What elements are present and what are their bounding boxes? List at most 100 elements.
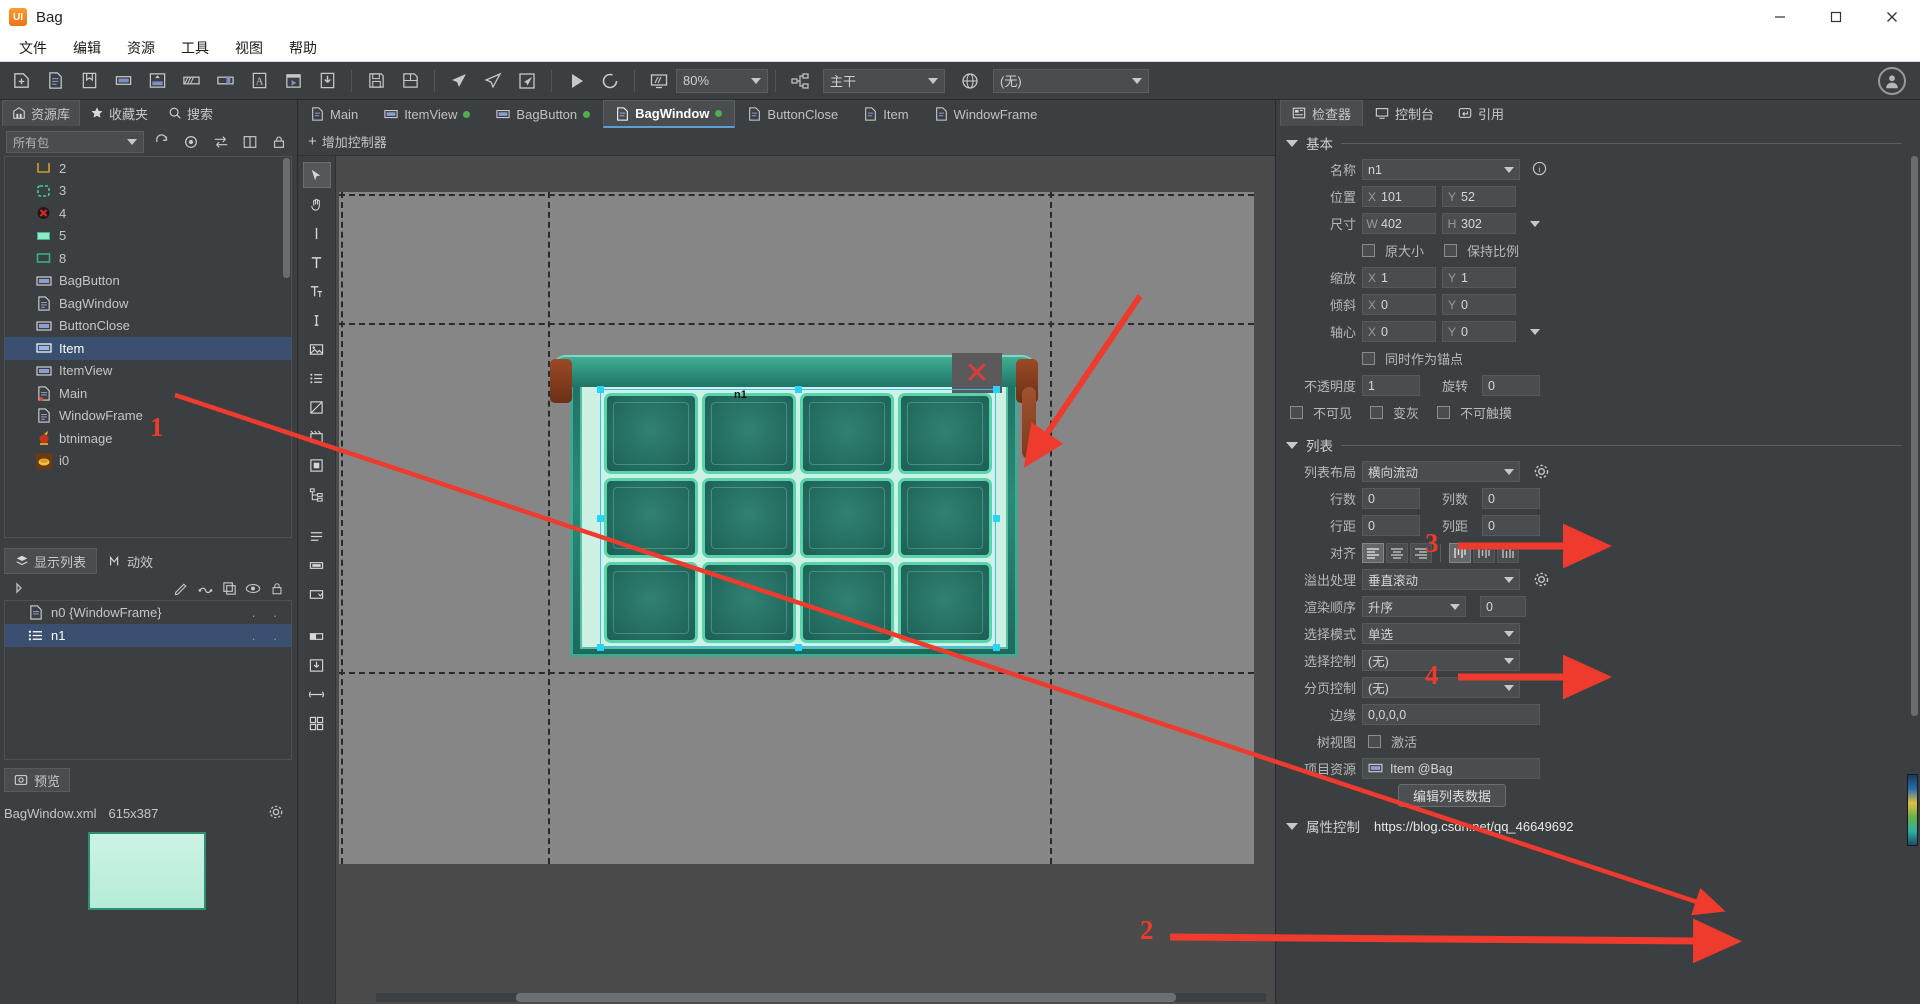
name-input[interactable]: n1 bbox=[1362, 159, 1520, 180]
tab-reference[interactable]: 引用 bbox=[1446, 100, 1516, 126]
expand-size-chevron-icon[interactable] bbox=[1530, 220, 1540, 227]
new-file-icon[interactable] bbox=[6, 66, 36, 96]
select-control-combo[interactable]: (无) bbox=[1362, 650, 1520, 671]
copy-icon[interactable] bbox=[218, 578, 240, 598]
tree-item-8[interactable]: 8 bbox=[5, 247, 291, 270]
tab-inspector[interactable]: 检查器 bbox=[1280, 100, 1364, 126]
display-list-row-toggles[interactable]: . . bbox=[252, 605, 291, 620]
display-list-row-n1[interactable]: n1 . . bbox=[5, 624, 291, 647]
gear-icon[interactable] bbox=[1532, 570, 1551, 589]
menu-view[interactable]: 视图 bbox=[222, 35, 276, 61]
cols-input[interactable]: 0 bbox=[1482, 488, 1541, 509]
bookmark-icon[interactable] bbox=[74, 66, 104, 96]
treeview-active-checkbox[interactable] bbox=[1368, 735, 1381, 748]
tree-item-item[interactable]: Item bbox=[5, 337, 291, 360]
section-list-header[interactable]: 列表 bbox=[1276, 432, 1920, 458]
align-center-button[interactable] bbox=[1386, 542, 1408, 563]
menu-file[interactable]: 文件 bbox=[6, 35, 60, 61]
rowgap-input[interactable]: 0 bbox=[1362, 515, 1420, 536]
original-size-checkbox[interactable] bbox=[1362, 244, 1375, 257]
slider-tool-icon[interactable] bbox=[303, 681, 331, 707]
expand-pivot-chevron-icon[interactable] bbox=[1530, 328, 1540, 335]
info-icon[interactable]: i bbox=[1532, 161, 1547, 179]
input-text-tool-icon[interactable] bbox=[303, 307, 331, 333]
untouchable-checkbox[interactable] bbox=[1437, 406, 1451, 419]
menu-help[interactable]: 帮助 bbox=[276, 35, 330, 61]
new-slider-icon[interactable] bbox=[210, 66, 240, 96]
tab-animation[interactable]: 动效 bbox=[97, 548, 164, 574]
stage[interactable]: ✕ n1 bbox=[339, 192, 1254, 864]
tree-item-buttonclose[interactable]: ButtonClose bbox=[5, 315, 291, 338]
list-tool-icon[interactable] bbox=[303, 365, 331, 391]
save-all-icon[interactable] bbox=[395, 66, 425, 96]
locate-icon[interactable] bbox=[180, 131, 203, 153]
tree-item-bagwindow[interactable]: BagWindow bbox=[5, 292, 291, 315]
resize-handle-sw[interactable] bbox=[597, 644, 604, 651]
bag-window-artwork[interactable]: ✕ n1 bbox=[550, 347, 1038, 667]
button-tool-icon[interactable] bbox=[303, 552, 331, 578]
new-button-icon[interactable] bbox=[108, 66, 138, 96]
as-anchor-checkbox[interactable] bbox=[1362, 352, 1375, 365]
lock-icon[interactable] bbox=[268, 131, 291, 153]
section-basic-header[interactable]: 基本 bbox=[1276, 130, 1920, 156]
eye-icon[interactable] bbox=[242, 578, 264, 598]
display-list-tree[interactable]: n0 {WindowFrame} . . n1 . . bbox=[4, 600, 292, 760]
resize-handle-nw[interactable] bbox=[597, 386, 604, 393]
new-document-icon[interactable] bbox=[40, 66, 70, 96]
render-order-num-input[interactable]: 0 bbox=[1480, 596, 1526, 617]
loader-tool-icon[interactable] bbox=[303, 336, 331, 362]
doc-tab-main[interactable]: Main bbox=[298, 100, 371, 128]
visibility-dot[interactable]: . bbox=[252, 628, 256, 643]
resize-handle-n[interactable] bbox=[795, 386, 802, 393]
preview-stage[interactable] bbox=[4, 826, 292, 946]
tree-item-i0[interactable]: i0 bbox=[5, 450, 291, 473]
graph-tool-icon[interactable] bbox=[303, 394, 331, 420]
movieclip-tool-icon[interactable] bbox=[303, 423, 331, 449]
colgap-input[interactable]: 0 bbox=[1482, 515, 1541, 536]
tab-resource-library[interactable]: 资源库 bbox=[2, 100, 81, 126]
publish-icon[interactable] bbox=[444, 66, 474, 96]
progress-tool-icon[interactable] bbox=[303, 623, 331, 649]
pivot-x-input[interactable]: X 0 bbox=[1362, 321, 1436, 342]
menu-resource[interactable]: 资源 bbox=[114, 35, 168, 61]
menu-edit[interactable]: 编辑 bbox=[60, 35, 114, 61]
gray-checkbox[interactable] bbox=[1370, 406, 1384, 419]
save-icon[interactable] bbox=[361, 66, 391, 96]
gear-icon[interactable] bbox=[268, 804, 284, 823]
component-tool-icon[interactable] bbox=[303, 452, 331, 478]
publish-all-icon[interactable] bbox=[478, 66, 508, 96]
canvas-scroll-thumb[interactable] bbox=[516, 993, 1176, 1002]
design-canvas[interactable]: ✕ n1 bbox=[336, 156, 1275, 1004]
tree-item-5[interactable]: 5 bbox=[5, 225, 291, 248]
select-mode-combo[interactable]: 单选 bbox=[1362, 623, 1520, 644]
branch-combo[interactable]: 主干 bbox=[823, 68, 945, 93]
margin-input[interactable]: 0,0,0,0 bbox=[1362, 704, 1540, 725]
scale-x-input[interactable]: X 1 bbox=[1362, 267, 1436, 288]
expand-icon[interactable] bbox=[8, 578, 30, 598]
resize-handle-ne[interactable] bbox=[993, 386, 1000, 393]
valign-bottom-button[interactable] bbox=[1497, 542, 1519, 563]
invisible-checkbox[interactable] bbox=[1290, 406, 1303, 419]
import-icon[interactable] bbox=[312, 66, 342, 96]
display-list-row-n0[interactable]: n0 {WindowFrame} . . bbox=[5, 601, 291, 624]
tree-item-4[interactable]: 4 bbox=[5, 202, 291, 225]
doc-tab-item[interactable]: Item bbox=[851, 100, 921, 128]
tab-console[interactable]: 控制台 bbox=[1363, 100, 1446, 126]
overflow-combo[interactable]: 垂直滚动 bbox=[1362, 569, 1520, 590]
minimize-button[interactable] bbox=[1752, 0, 1808, 34]
globe-icon[interactable] bbox=[955, 66, 985, 96]
size-h-input[interactable]: H 302 bbox=[1442, 213, 1516, 234]
tree-item-2[interactable]: 2 bbox=[5, 157, 291, 180]
tree-item-windowframe[interactable]: WindowFrame bbox=[5, 405, 291, 428]
section-property-controller-header[interactable]: 属性控制 https://blog.csdn.net/qq_46649692 bbox=[1276, 813, 1920, 839]
add-controller-button[interactable]: 增加控制器 bbox=[322, 132, 387, 151]
doc-tab-itemview[interactable]: ItemView bbox=[371, 100, 483, 128]
resize-handle-e[interactable] bbox=[993, 515, 1000, 522]
align-left-button[interactable] bbox=[1362, 542, 1384, 563]
tree-item-main[interactable]: Main bbox=[5, 382, 291, 405]
rich-text-tool-icon[interactable] bbox=[303, 278, 331, 304]
canvas-horizontal-scrollbar[interactable] bbox=[376, 993, 1266, 1002]
edit-icon[interactable] bbox=[170, 578, 192, 598]
position-y-input[interactable]: Y 52 bbox=[1442, 186, 1516, 207]
tree-item-btnimage[interactable]: btnimage bbox=[5, 427, 291, 450]
